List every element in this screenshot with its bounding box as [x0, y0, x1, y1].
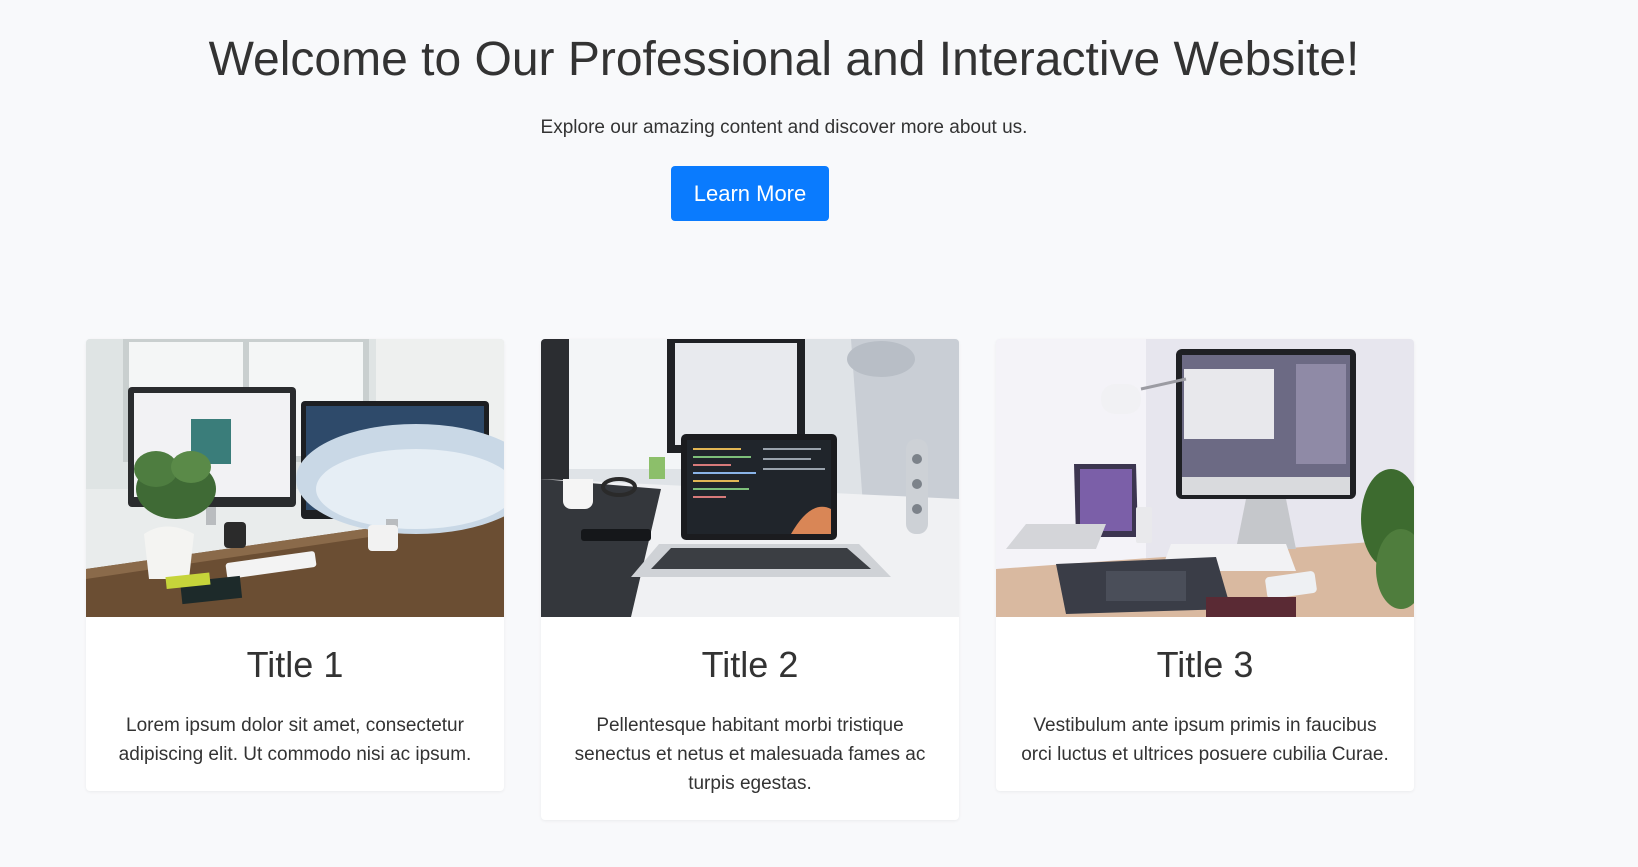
card-image-desk-dual-monitors: [86, 339, 504, 617]
card-title: Title 3: [1156, 644, 1254, 685]
card-text: Vestibulum ante ipsum primis in faucibus…: [1021, 715, 1389, 765]
card-text: Pellentesque habitant morbi tristique se…: [574, 715, 926, 794]
card-title: Title 2: [701, 644, 799, 685]
hero-subtitle: Explore our amazing content and discover…: [540, 117, 1028, 138]
card-2: Title 2 Pellentesque habitant morbi tris…: [541, 339, 959, 820]
learn-more-button[interactable]: Learn More: [671, 166, 829, 221]
page-title: Welcome to Our Professional and Interact…: [208, 33, 1360, 86]
card-3: Title 3 Vestibulum ante ipsum primis in …: [996, 339, 1414, 791]
card-1: Title 1 Lorem ipsum dolor sit amet, cons…: [86, 339, 504, 791]
card-text: Lorem ipsum dolor sit amet, consectetur …: [118, 715, 472, 765]
card-title: Title 1: [246, 644, 344, 685]
card-image-laptop-code: [541, 339, 959, 617]
card-image-imac-tablet: [996, 339, 1414, 617]
